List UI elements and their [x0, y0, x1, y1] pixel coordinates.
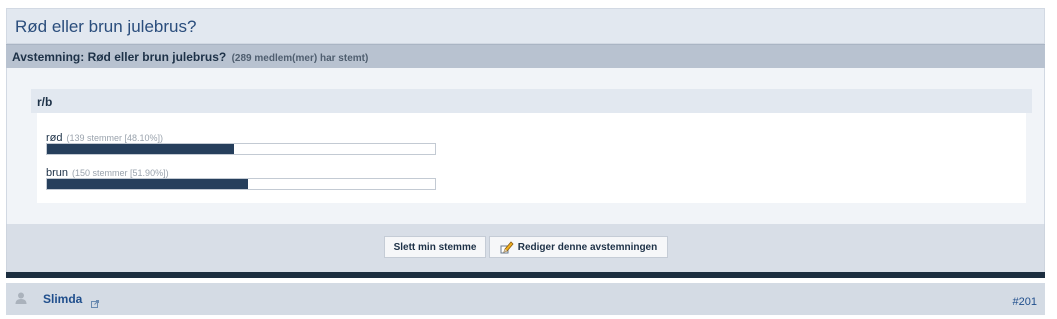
poll-option-bar-track [46, 178, 436, 190]
edit-pencil-icon [500, 240, 514, 254]
post-username-link[interactable]: Slimda [43, 292, 82, 306]
edit-poll-label: Rediger denne avstemningen [517, 241, 658, 253]
poll-group-label: r/b [37, 95, 53, 109]
poll-option-brun: brun (150 stemmer [51.90%]) [46, 163, 446, 190]
post-header-bar: Slimda #201 [6, 283, 1045, 315]
poll-option-stats: (150 stemmer [51.90%]) [72, 168, 169, 178]
poll-question: Avstemning: Rød eller brun julebrus? (28… [12, 50, 368, 64]
poll-option-bar-track [46, 143, 436, 155]
thread-title: Rød eller brun julebrus? [15, 17, 197, 36]
external-link-icon[interactable] [91, 295, 99, 308]
poll-option-stats: (139 stemmer [48.10%]) [66, 133, 164, 143]
post-number-link[interactable]: #201 [1013, 296, 1037, 308]
post-divider-bar [6, 272, 1045, 278]
poll-results-box: r/b rød (139 stemmer [48.10%]) brun (150 s… [31, 89, 1032, 205]
user-avatar-icon [14, 291, 28, 305]
poll-option-bar-fill [47, 179, 249, 189]
poll-question-text: Avstemning: Rød eller brun julebrus? [12, 50, 227, 64]
edit-poll-button[interactable]: Rediger denne avstemningen [489, 236, 668, 258]
delete-vote-label: Slett min stemme [393, 241, 477, 253]
poll-options-list: rød (139 stemmer [48.10%]) brun (150 stemm… [37, 113, 1026, 203]
poll-body: r/b rød (139 stemmer [48.10%]) brun (150 s… [6, 68, 1045, 224]
poll-option-rod: rød (139 stemmer [48.10%]) [46, 128, 446, 155]
poll-option-bar-fill [47, 144, 234, 154]
poll-vote-count: (289 medlem(mer) har stemt) [231, 53, 369, 64]
poll-header: Avstemning: Rød eller brun julebrus? (28… [6, 44, 1045, 68]
poll-actions-bar: Slett min stemme Rediger denne avstemnin… [6, 224, 1045, 272]
poll-group-header: r/b [31, 89, 1032, 113]
delete-vote-button[interactable]: Slett min stemme [384, 236, 486, 258]
thread-title-bar: Rød eller brun julebrus? [6, 8, 1045, 44]
